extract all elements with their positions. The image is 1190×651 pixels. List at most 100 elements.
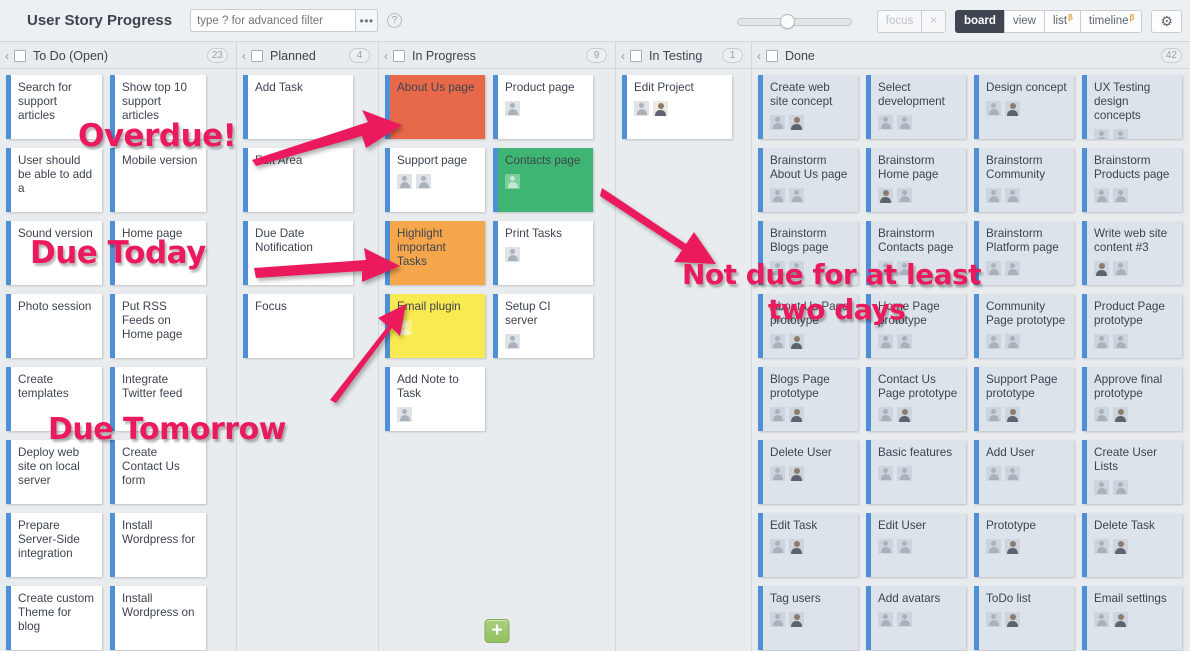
task-card[interactable]: Print Tasks: [493, 221, 593, 285]
task-card[interactable]: Add Note to Task: [385, 367, 485, 431]
zoom-slider-knob[interactable]: [779, 13, 795, 29]
task-card[interactable]: Select development: [866, 75, 966, 139]
task-card[interactable]: Brainstorm Products page: [1082, 148, 1182, 212]
task-card[interactable]: Prepare Server-Side integration: [6, 513, 102, 577]
column-select-checkbox[interactable]: [766, 49, 778, 62]
task-card[interactable]: Due Date Notification: [243, 221, 353, 285]
assignee-avatars: [770, 261, 851, 276]
close-focus-icon[interactable]: ×: [921, 9, 946, 33]
zoom-slider[interactable]: [736, 13, 852, 29]
task-card[interactable]: User should be able to add a: [6, 148, 102, 212]
task-card[interactable]: Brainstorm Home page: [866, 148, 966, 212]
task-card[interactable]: Contact Us Page prototype: [866, 367, 966, 431]
view-mode-board-label: board: [963, 15, 996, 27]
task-card-title: Contact Us Page prototype: [878, 373, 958, 400]
task-card[interactable]: Delete Task: [1082, 513, 1182, 577]
task-card[interactable]: Prototype: [974, 513, 1074, 577]
assignee-avatars: [986, 407, 1067, 422]
task-card[interactable]: Deploy web site on local server: [6, 440, 102, 504]
column-select-checkbox[interactable]: [630, 49, 642, 62]
task-card[interactable]: Focus: [243, 294, 353, 358]
avatar: [1113, 539, 1128, 554]
collapse-column-icon[interactable]: ‹: [242, 49, 246, 63]
assignee-avatars: [878, 407, 959, 422]
task-card[interactable]: Basic features: [866, 440, 966, 504]
task-card[interactable]: Create Contact Us form: [110, 440, 206, 504]
task-card[interactable]: ToDo list: [974, 586, 1074, 650]
view-mode-view-button[interactable]: view: [1003, 9, 1044, 33]
task-card-title: Integrate Twitter feed: [122, 373, 183, 400]
task-card[interactable]: Approve final prototype: [1082, 367, 1182, 431]
task-card[interactable]: Setup CI server: [493, 294, 593, 358]
task-card[interactable]: Create User Lists: [1082, 440, 1182, 504]
task-card[interactable]: Create custom Theme for blog: [6, 586, 102, 650]
task-card[interactable]: Community Page prototype: [974, 294, 1074, 358]
column-select-checkbox[interactable]: [14, 49, 26, 62]
avatar: [897, 407, 912, 422]
focus-button[interactable]: focus: [876, 9, 922, 33]
task-card[interactable]: Design concept: [974, 75, 1074, 139]
task-card[interactable]: Edit Project: [622, 75, 732, 139]
task-card[interactable]: Support page: [385, 148, 485, 212]
task-card[interactable]: Create web site concept: [758, 75, 858, 139]
task-card[interactable]: Email settings: [1082, 586, 1182, 650]
task-card[interactable]: Tag users: [758, 586, 858, 650]
task-card[interactable]: Install Wordpress for: [110, 513, 206, 577]
task-card[interactable]: Add avatars: [866, 586, 966, 650]
task-card[interactable]: Highlight important Tasks: [385, 221, 485, 285]
task-card[interactable]: Integrate Twitter feed: [110, 367, 206, 431]
task-card[interactable]: Edit User: [866, 513, 966, 577]
task-card[interactable]: About Us Page prototype: [758, 294, 858, 358]
view-mode-view-label: view: [1012, 15, 1036, 27]
task-card[interactable]: Brainstorm Platform page: [974, 221, 1074, 285]
top-toolbar: User Story Progress ••• ? focus × board v…: [0, 0, 1190, 42]
task-card[interactable]: Home Page prototype: [866, 294, 966, 358]
task-card[interactable]: Delete User: [758, 440, 858, 504]
task-card[interactable]: Blogs Page prototype: [758, 367, 858, 431]
task-card[interactable]: Support Page prototype: [974, 367, 1074, 431]
task-card[interactable]: Photo session: [6, 294, 102, 358]
task-card[interactable]: Add User: [974, 440, 1074, 504]
column-select-checkbox[interactable]: [251, 49, 263, 62]
collapse-column-icon[interactable]: ‹: [384, 49, 388, 63]
task-card[interactable]: Install Wordpress on: [110, 586, 206, 650]
view-mode-timeline-button[interactable]: timeline β: [1079, 9, 1143, 33]
task-card[interactable]: Brainstorm Community: [974, 148, 1074, 212]
task-card[interactable]: Write web site content #3: [1082, 221, 1182, 285]
filter-options-button[interactable]: •••: [355, 9, 379, 32]
task-card[interactable]: Product Page prototype: [1082, 294, 1182, 358]
task-card[interactable]: Product page: [493, 75, 593, 139]
gear-icon[interactable]: ⚙: [1151, 9, 1182, 33]
task-card[interactable]: Show top 10 support articles: [110, 75, 206, 139]
task-card[interactable]: Contacts page: [493, 148, 593, 212]
task-card[interactable]: About Us page: [385, 75, 485, 139]
task-card[interactable]: Home page: [110, 221, 206, 285]
task-card-title: Deploy web site on local server: [18, 446, 80, 487]
task-card[interactable]: Brainstorm Contacts page: [866, 221, 966, 285]
task-card[interactable]: UX Testing design concepts: [1082, 75, 1182, 139]
task-card[interactable]: Put RSS Feeds on Home page: [110, 294, 206, 358]
task-card[interactable]: Search for support articles: [6, 75, 102, 139]
task-card[interactable]: Edit Area: [243, 148, 353, 212]
task-card[interactable]: Email plugin: [385, 294, 485, 358]
advanced-filter-input[interactable]: [190, 9, 356, 32]
avatar: [897, 612, 912, 627]
avatar: [986, 539, 1001, 554]
help-icon[interactable]: ?: [387, 13, 403, 28]
collapse-column-icon[interactable]: ‹: [5, 49, 9, 63]
view-mode-board-button[interactable]: board: [954, 9, 1004, 33]
collapse-column-icon[interactable]: ‹: [757, 49, 761, 63]
add-card-button[interactable]: +: [484, 619, 510, 643]
task-card[interactable]: Edit Task: [758, 513, 858, 577]
collapse-column-icon[interactable]: ‹: [621, 49, 625, 63]
avatar: [1094, 334, 1109, 349]
task-card[interactable]: Brainstorm Blogs page: [758, 221, 858, 285]
avatar: [1094, 407, 1109, 422]
view-mode-list-button[interactable]: list β: [1043, 9, 1080, 33]
task-card[interactable]: Mobile version: [110, 148, 206, 212]
task-card[interactable]: Sound version: [6, 221, 102, 285]
column-select-checkbox[interactable]: [393, 49, 405, 62]
task-card[interactable]: Create templates: [6, 367, 102, 431]
task-card[interactable]: Add Task: [243, 75, 353, 139]
task-card[interactable]: Brainstorm About Us page: [758, 148, 858, 212]
